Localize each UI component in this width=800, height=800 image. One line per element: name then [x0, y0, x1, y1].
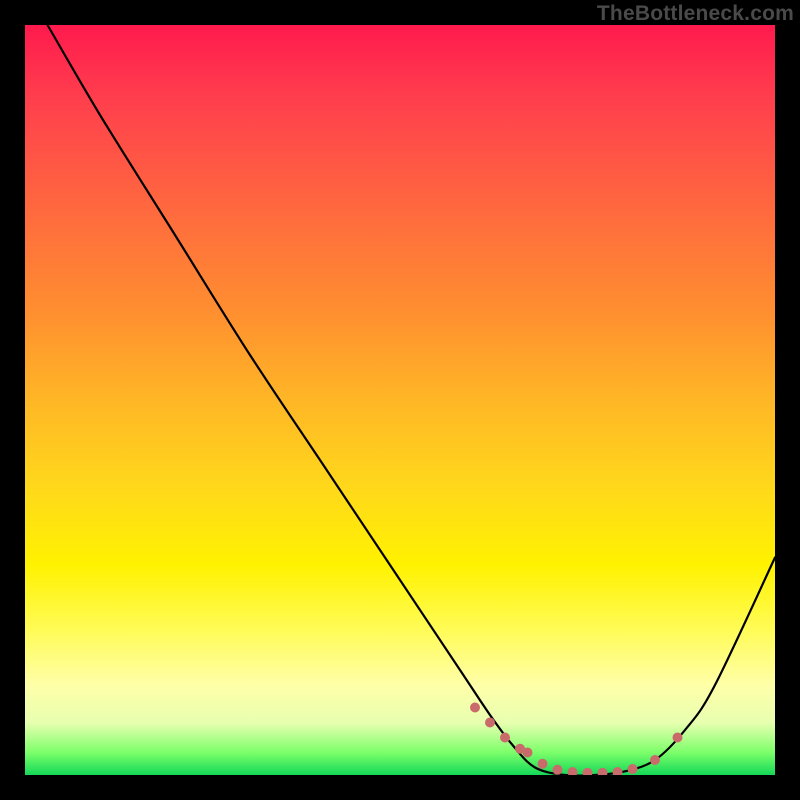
- highlight-dot: [553, 765, 563, 775]
- highlight-dot: [485, 718, 495, 728]
- highlight-dot: [470, 703, 480, 713]
- highlight-dot: [628, 764, 638, 774]
- chart-svg: [25, 25, 775, 775]
- plot-area: [25, 25, 775, 775]
- highlight-dot: [538, 759, 548, 769]
- highlight-dot: [568, 767, 578, 775]
- highlight-dot: [500, 733, 510, 743]
- highlight-dot: [613, 767, 623, 775]
- optimal-range-dots: [470, 703, 683, 776]
- highlight-dot: [583, 768, 593, 775]
- highlight-dot: [523, 748, 533, 758]
- highlight-dot: [650, 755, 660, 765]
- outer-frame: TheBottleneck.com: [0, 0, 800, 800]
- watermark-text: TheBottleneck.com: [597, 2, 794, 26]
- highlight-dot: [598, 768, 608, 775]
- bottleneck-curve-path: [48, 25, 776, 775]
- highlight-dot: [673, 733, 683, 743]
